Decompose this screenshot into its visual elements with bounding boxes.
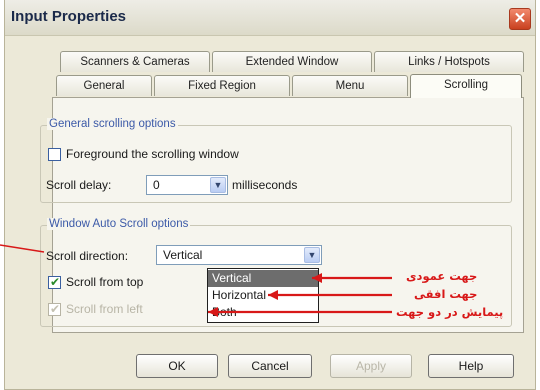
annotation-both: پیمایش در دو جهت bbox=[396, 305, 504, 319]
direction-pointer-line bbox=[0, 244, 45, 253]
annotation-vertical: جهت عمودی bbox=[406, 269, 478, 283]
annotation-horizontal: جهت افقی bbox=[414, 287, 478, 301]
arrow-horizontal-head bbox=[268, 290, 278, 300]
arrow-both-head bbox=[208, 307, 218, 317]
arrow-vertical-head bbox=[312, 273, 322, 283]
annotation-arrows bbox=[0, 244, 392, 317]
